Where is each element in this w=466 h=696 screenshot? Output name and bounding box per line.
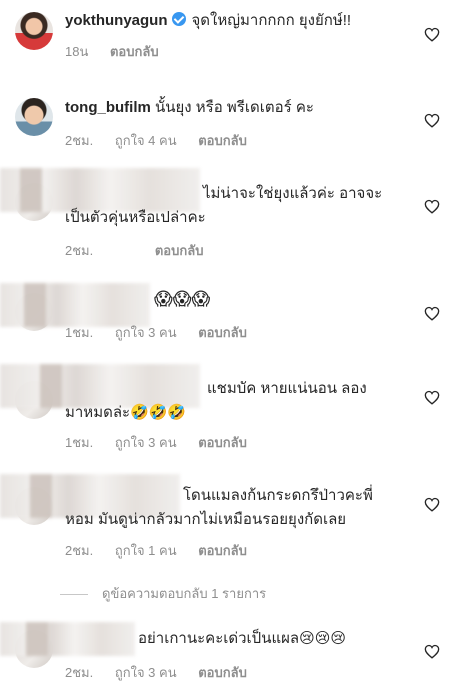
heart-outline-icon[interactable] <box>424 644 440 659</box>
heart-outline-icon[interactable] <box>424 199 440 214</box>
comment-text: หอม มันดูน่ากลัวมากไม่เหมือนรอยยุงกัดเลย <box>65 511 347 528</box>
like-count[interactable]: ถูกใจ 4 คน <box>115 133 177 148</box>
comment-meta: 2ชม. ถูกใจ 4 คน ตอบกลับ <box>65 130 265 151</box>
comment-text-row: tong_bufilm นั้นยุง หรือ พรีเดเตอร์ คะ <box>65 97 314 119</box>
redacted-username <box>0 622 135 656</box>
verified-badge-icon <box>171 12 186 26</box>
reply-button[interactable]: ตอบกลับ <box>198 435 247 450</box>
comment-text: ไม่น่าจะใช่ยุงแล้วค่ะ อาจจะ <box>203 185 383 202</box>
comment-text: นั้นยุง หรือ พรีเดเตอร์ คะ <box>155 99 314 116</box>
reply-button[interactable]: ตอบกลับ <box>198 325 247 340</box>
reply-button[interactable]: ตอบกลับ <box>110 44 159 59</box>
comment-text: 😱😱😱 <box>154 289 211 309</box>
comment-time: 1ชม. <box>65 435 94 450</box>
comment-meta: 2ชม. ถูกใจ 3 คน ตอบกลับ <box>65 662 265 683</box>
comment-text: อย่าเกานะคะเด่วเป็นแผล😢😢😢 <box>138 630 347 647</box>
comment-time: 2ชม. <box>65 665 94 680</box>
avatar[interactable] <box>15 12 53 50</box>
heart-outline-icon[interactable] <box>424 497 440 512</box>
reply-button[interactable]: ตอบกลับ <box>198 133 247 148</box>
heart-outline-icon[interactable] <box>424 27 440 42</box>
like-count[interactable]: ถูกใจ 3 คน <box>115 325 177 340</box>
heart-outline-icon[interactable] <box>424 113 440 128</box>
like-count[interactable]: ถูกใจ 3 คน <box>115 665 177 680</box>
redacted-username <box>0 168 200 212</box>
heart-outline-icon[interactable] <box>424 390 440 405</box>
comment-time: 18น <box>65 44 89 59</box>
comment-time: 2ชม. <box>65 133 94 148</box>
username[interactable]: tong_bufilm <box>65 99 151 116</box>
username[interactable]: yokthunyagun <box>65 12 168 29</box>
comment-text: เป็นตัวคุ่นหรือเปล่าคะ <box>65 209 206 226</box>
comment-text: มาหมดล่ะ🤣🤣🤣 <box>65 404 187 421</box>
comment-text: แชมบัค หายแน่นอน ลอง <box>207 380 367 397</box>
comment-meta: 1ชม. ถูกใจ 3 คน ตอบกลับ <box>65 322 265 343</box>
reply-button[interactable]: ตอบกลับ <box>198 665 247 680</box>
comment-time: 2ชม. <box>65 243 94 258</box>
like-count[interactable]: ถูกใจ 1 คน <box>115 543 177 558</box>
redacted-username <box>0 283 150 327</box>
view-replies-label: ดูข้อความตอบกลับ 1 รายการ <box>102 586 267 601</box>
comment-text: โดนแมลงก้นกระดกรึป่าวคะพี่ <box>183 487 373 504</box>
comment-text: จุดใหญ่มากกกก ยุงยักษ์!! <box>191 12 352 29</box>
avatar[interactable] <box>15 98 53 136</box>
comment-time: 2ชม. <box>65 543 94 558</box>
comment-meta: 2ชม. ถูกใจ 1 คน ตอบกลับ <box>65 540 265 561</box>
comment-time: 1ชม. <box>65 325 94 340</box>
comment-text-row: yokthunyagun จุดใหญ่มากกกก ยุงยักษ์!! <box>65 10 351 32</box>
like-count[interactable]: ถูกใจ 3 คน <box>115 435 177 450</box>
view-replies-button[interactable]: ดูข้อความตอบกลับ 1 รายการ <box>60 583 266 604</box>
reply-button[interactable]: ตอบกลับ <box>198 543 247 558</box>
comment-meta: 2ชม. ตอบกลับ <box>65 240 221 261</box>
heart-outline-icon[interactable] <box>424 306 440 321</box>
comment-meta: 18น ตอบกลับ <box>65 41 177 62</box>
reply-button[interactable]: ตอบกลับ <box>155 243 204 258</box>
comment-meta: 1ชม. ถูกใจ 3 คน ตอบกลับ <box>65 432 265 453</box>
divider <box>60 594 88 596</box>
